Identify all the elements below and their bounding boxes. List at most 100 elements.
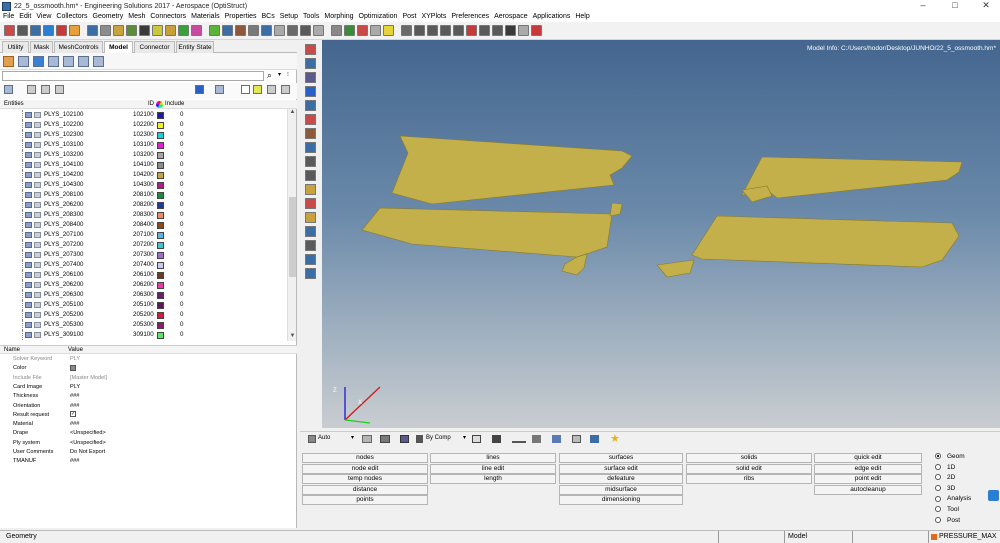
panel-solid-edit[interactable]: solid edit bbox=[686, 463, 812, 474]
entity-color-swatch[interactable] bbox=[157, 192, 164, 199]
panel-surface-edit[interactable]: surface edit bbox=[559, 463, 683, 474]
panel-surfaces[interactable]: surfaces bbox=[559, 453, 683, 463]
entity-row[interactable]: PLYS_104300 104300 0 bbox=[0, 180, 286, 190]
entity-color-swatch[interactable] bbox=[157, 132, 164, 139]
checkbox-checked-icon[interactable]: ✓ bbox=[70, 411, 76, 418]
entity-color-swatch[interactable] bbox=[157, 292, 164, 299]
radio-tool[interactable]: Tool bbox=[935, 505, 959, 514]
entity-row[interactable]: PLYS_205300 205300 0 bbox=[0, 320, 286, 330]
entity-row[interactable]: PLYS_208100 208100 0 bbox=[0, 190, 286, 200]
entity-color-swatch[interactable] bbox=[157, 172, 164, 179]
entity-color-swatch[interactable] bbox=[157, 262, 164, 269]
toolbar-tool-icon-29[interactable] bbox=[383, 25, 394, 36]
property-row[interactable]: Orientation ### bbox=[0, 402, 297, 411]
help-button[interactable] bbox=[988, 490, 999, 501]
toolbar-tool-icon-4[interactable] bbox=[43, 25, 54, 36]
toolbar-tool-icon-33[interactable] bbox=[440, 25, 451, 36]
side-tool-icon-14[interactable] bbox=[305, 226, 316, 237]
side-tool-icon-11[interactable] bbox=[305, 184, 316, 195]
show-icon[interactable] bbox=[4, 85, 13, 94]
toolbar-tool-icon-18[interactable] bbox=[235, 25, 246, 36]
panel-line-edit[interactable]: line edit bbox=[430, 463, 556, 474]
entity-row[interactable]: PLYS_103200 103200 0 bbox=[0, 150, 286, 160]
toolbar-tool-icon-37[interactable] bbox=[492, 25, 503, 36]
search-icon[interactable]: ⌕ bbox=[267, 70, 272, 81]
color-mode-icon[interactable] bbox=[195, 85, 204, 94]
part-view-icon[interactable] bbox=[48, 56, 59, 67]
panel-length[interactable]: length bbox=[430, 474, 556, 485]
side-tool-icon-17[interactable] bbox=[305, 268, 316, 279]
close-button[interactable]: ✕ bbox=[972, 0, 1000, 12]
side-tool-icon-4[interactable] bbox=[305, 86, 316, 97]
solver-view-icon[interactable] bbox=[78, 56, 89, 67]
toolbar-tool-icon-14[interactable] bbox=[178, 25, 189, 36]
radio-1d[interactable]: 1D bbox=[935, 463, 955, 472]
toolbar-tool-icon-21[interactable] bbox=[274, 25, 285, 36]
toolbar-tool-icon-31[interactable] bbox=[414, 25, 425, 36]
property-row[interactable]: User Comments Do Not Export bbox=[0, 448, 297, 457]
hide-icon[interactable] bbox=[27, 85, 36, 94]
panel-quick-edit[interactable]: quick edit bbox=[814, 453, 922, 463]
scroll-down-icon[interactable]: ▼ bbox=[288, 333, 297, 341]
menu-preferences[interactable]: Preferences bbox=[451, 12, 489, 22]
assembly-view-icon[interactable] bbox=[33, 56, 44, 67]
tab-connector[interactable]: Connector bbox=[134, 41, 175, 53]
toolbar-tool-icon-20[interactable] bbox=[261, 25, 272, 36]
menu-view[interactable]: View bbox=[36, 12, 51, 22]
entity-row[interactable]: PLYS_206300 206300 0 bbox=[0, 290, 286, 300]
entity-color-swatch[interactable] bbox=[157, 312, 164, 319]
entity-color-swatch[interactable] bbox=[157, 162, 164, 169]
toolbar-tool-icon-16[interactable] bbox=[209, 25, 220, 36]
filter-icon[interactable]: ⁝ bbox=[287, 71, 289, 78]
entity-row[interactable]: PLYS_102100 102100 0 bbox=[0, 110, 286, 120]
maximize-button[interactable]: □ bbox=[941, 0, 969, 12]
side-tool-icon-10[interactable] bbox=[305, 170, 316, 181]
property-row[interactable]: Ply system <Unspecified> bbox=[0, 439, 297, 448]
entity-color-swatch[interactable] bbox=[157, 212, 164, 219]
property-row[interactable]: Color bbox=[0, 364, 297, 373]
menu-geometry[interactable]: Geometry bbox=[93, 12, 124, 22]
search-options-chevron-icon[interactable]: ▾ bbox=[278, 71, 281, 78]
toolbar-tool-icon-6[interactable] bbox=[69, 25, 80, 36]
menu-xyplots[interactable]: XYPlots bbox=[421, 12, 446, 22]
panel-temp-nodes[interactable]: temp nodes bbox=[302, 474, 428, 485]
toolbar-tool-icon-34[interactable] bbox=[453, 25, 464, 36]
color-swatch-icon[interactable] bbox=[70, 364, 76, 371]
select-cursor-icon[interactable] bbox=[241, 85, 250, 94]
entity-row[interactable]: PLYS_208300 208300 0 bbox=[0, 210, 286, 220]
browser-view-icon[interactable] bbox=[3, 56, 14, 67]
panel-dimensioning[interactable]: dimensioning bbox=[559, 495, 683, 506]
entity-row[interactable]: PLYS_205100 205100 0 bbox=[0, 300, 286, 310]
property-value[interactable] bbox=[70, 364, 76, 373]
property-value[interactable]: PLY bbox=[70, 355, 80, 364]
menu-connectors[interactable]: Connectors bbox=[150, 12, 186, 22]
isolate-icon[interactable] bbox=[41, 85, 50, 94]
entity-row[interactable]: PLYS_207400 207400 0 bbox=[0, 260, 286, 270]
toolbar-tool-icon-39[interactable] bbox=[518, 25, 529, 36]
radio-button-icon[interactable] bbox=[935, 506, 941, 513]
sets-view-icon[interactable] bbox=[93, 56, 104, 67]
collapse-icon[interactable] bbox=[281, 85, 290, 94]
toolbar-tool-icon-9[interactable] bbox=[113, 25, 124, 36]
screen-capture-icon[interactable] bbox=[590, 435, 599, 443]
side-tool-icon-12[interactable] bbox=[305, 198, 316, 209]
find-icon[interactable] bbox=[253, 85, 262, 94]
property-value[interactable]: ✓ bbox=[70, 411, 76, 420]
by-comp-dropdown-chevron-icon[interactable]: ▾ bbox=[463, 434, 466, 441]
radio-post[interactable]: Post bbox=[935, 516, 960, 525]
scroll-up-icon[interactable]: ▲ bbox=[288, 109, 297, 117]
menu-collectors[interactable]: Collectors bbox=[56, 12, 87, 22]
property-value[interactable]: ### bbox=[70, 420, 79, 429]
entity-list-scrollbar[interactable]: ▲ ▼ bbox=[287, 109, 296, 341]
side-tool-icon-2[interactable] bbox=[305, 58, 316, 69]
property-value[interactable]: ### bbox=[70, 402, 79, 411]
side-tool-icon-3[interactable] bbox=[305, 72, 316, 83]
radio-button-icon[interactable] bbox=[935, 485, 941, 492]
radio-button-icon[interactable] bbox=[935, 453, 941, 460]
toolbar-tool-icon-26[interactable] bbox=[344, 25, 355, 36]
side-tool-icon-13[interactable] bbox=[305, 212, 316, 223]
side-tool-icon-5[interactable] bbox=[305, 100, 316, 111]
menu-aerospace[interactable]: Aerospace bbox=[494, 12, 527, 22]
panel-edge-edit[interactable]: edge edit bbox=[814, 463, 922, 474]
toolbar-tool-icon-30[interactable] bbox=[401, 25, 412, 36]
